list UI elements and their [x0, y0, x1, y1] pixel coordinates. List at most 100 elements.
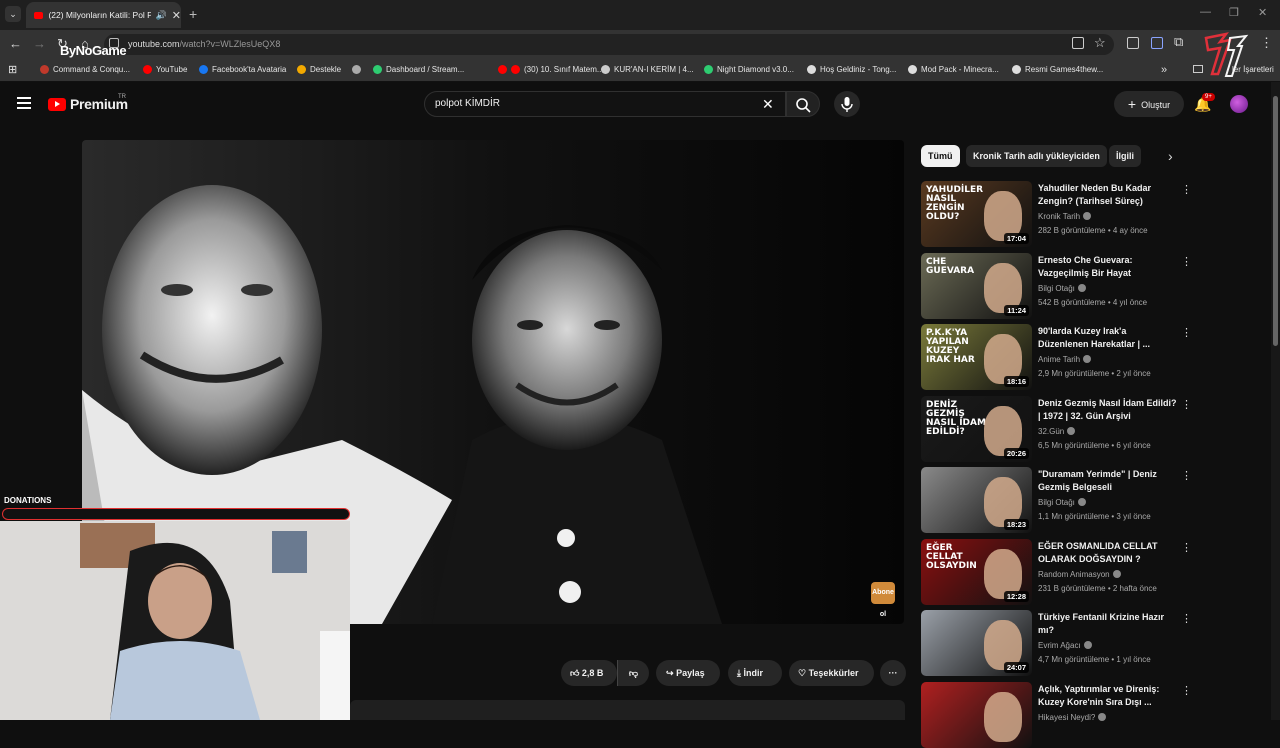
thanks-button[interactable]: ♡ Teşekkürler [789, 660, 874, 686]
minimize-button[interactable]: — [1200, 6, 1211, 18]
menu-hamburger-icon[interactable] [17, 97, 31, 112]
search-input[interactable]: polpot KİMDİR [424, 91, 786, 117]
forward-arrow-icon[interactable]: → [33, 36, 46, 51]
video-duration: 17:04 [1003, 233, 1029, 244]
recommendation-item[interactable]: CHE GUEVARA 11:24 Ernesto Che Guevara: Vaz… [921, 252, 1192, 319]
apps-grid-icon[interactable]: ⊞ [8, 63, 17, 76]
tab-search-button[interactable]: ⌄ [5, 6, 21, 22]
more-options-icon[interactable]: ⋮ [1181, 612, 1192, 625]
recommendation-item[interactable]: 18:23 "Duramam Yerimde" | Deniz Gezmiş Be… [921, 467, 1192, 533]
bookmark-item[interactable] [498, 65, 507, 74]
recommendation-item[interactable]: YAHUDİLER NASIL ZENGİN OLDU? 17:04 Yahudil… [921, 181, 1192, 247]
video-thumbnail[interactable]: P.K.K'YA YAPILAN KUZEY IRAK HAR 18:16 [921, 324, 1032, 390]
site-info-icon[interactable] [109, 38, 119, 48]
recommendation-item[interactable]: P.K.K'YA YAPILAN KUZEY IRAK HAR 18:16 90'l… [921, 324, 1192, 390]
speaker-icon[interactable]: 🔊 [156, 10, 167, 21]
recommendation-item[interactable]: 24:07 Türkiye Fentanil Krizine Hazır mı? E… [921, 610, 1192, 676]
recommendation-item[interactable]: Açlık, Yaptırımlar ve Direniş: Kuzey Kor… [921, 681, 1192, 748]
create-button[interactable]: + Oluştur [1114, 91, 1184, 117]
chevron-right-icon[interactable]: › [1168, 148, 1173, 164]
video-thumbnail[interactable]: CHE GUEVARA 11:24 [921, 252, 1032, 319]
more-options-icon[interactable]: ⋮ [1181, 183, 1192, 196]
bookmark-item[interactable]: Dashboard / Stream... [373, 65, 464, 74]
video-title[interactable]: EĞER OSMANLIDA CELLAT OLARAK DOĞSAYDIN ? [1038, 540, 1178, 566]
clear-search-icon[interactable]: ✕ [762, 96, 774, 113]
omnibox[interactable]: youtube.com/watch?v=WLZlesUeQX8 [104, 34, 1114, 55]
extensions-puzzle-icon[interactable]: ⧉ [1174, 34, 1183, 50]
bookmark-item[interactable]: KUR'AN-I KERİM | 4... [601, 65, 694, 74]
download-button[interactable]: ⤓ İndir [728, 660, 782, 686]
youtube-premium-logo[interactable]: Premium TR [48, 94, 128, 112]
bookmark-item[interactable]: Destekle [297, 65, 341, 74]
bookmark-item[interactable]: Mod Pack - Minecra... [908, 65, 999, 74]
bookmarks-overflow-button[interactable]: » [1161, 64, 1167, 76]
share-button[interactable]: ↪ Paylaş [656, 660, 720, 686]
new-tab-button[interactable]: + [189, 6, 197, 22]
recommendation-item[interactable]: DENİZ GEZMİŞ NASIL İDAM EDİLDİ? 20:26 Deni… [921, 395, 1192, 462]
more-options-icon[interactable]: ⋮ [1181, 469, 1192, 482]
video-title[interactable]: Yahudiler Neden Bu Kadar Zengin? (Tarihs… [1038, 182, 1178, 208]
close-tab-icon[interactable]: ✕ [172, 9, 181, 22]
bookmark-item[interactable]: Resmi Games4thew... [1012, 65, 1103, 74]
video-title[interactable]: Deniz Gezmiş Nasıl İdam Edildi? | 1972 |… [1038, 397, 1178, 423]
verified-check-icon [1067, 426, 1076, 435]
channel-name[interactable]: Bilgi Otağı [1038, 283, 1086, 293]
chip-from-uploader[interactable]: Kronik Tarih adlı yükleyiciden [966, 145, 1107, 167]
video-duration: 11:24 [1004, 304, 1029, 316]
chip-related[interactable]: İlgili [1109, 145, 1141, 167]
video-thumbnail[interactable]: YAHUDİLER NASIL ZENGİN OLDU? 17:04 [921, 181, 1032, 247]
bookmark-item[interactable] [352, 65, 361, 74]
channel-name[interactable]: Kronik Tarih [1038, 212, 1092, 221]
close-window-button[interactable]: ✕ [1258, 6, 1267, 19]
extension-icon-1[interactable] [1127, 37, 1139, 49]
recommendation-item[interactable]: EĞER CELLAT OLSAYDIN 12:28 EĞER OSMANLIDA … [921, 538, 1192, 605]
more-actions-button[interactable]: ··· [880, 660, 906, 686]
channel-name[interactable]: Random Animasyon [1038, 569, 1121, 579]
video-title[interactable]: "Duramam Yerimde" | Deniz Gezmiş Belgese… [1038, 468, 1178, 494]
back-arrow-icon[interactable]: ← [9, 36, 22, 51]
video-meta: 4,7 Mn görüntüleme • 1 yıl önce [1038, 655, 1151, 664]
share-label: Paylaş [676, 668, 705, 678]
dislike-button[interactable]: 👎︎ [617, 660, 649, 686]
more-options-icon[interactable]: ⋮ [1181, 541, 1192, 554]
like-button[interactable]: 👍︎ 2,8 B [561, 660, 617, 686]
account-avatar[interactable] [1230, 95, 1248, 113]
extension-icon-2[interactable] [1151, 37, 1163, 49]
bookmark-item[interactable]: (30) 10. Sınıf Matem... [511, 65, 604, 74]
video-thumbnail[interactable]: DENİZ GEZMİŞ NASIL İDAM EDİLDİ? 20:26 [921, 395, 1032, 462]
chip-all[interactable]: Tümü [921, 145, 960, 167]
scrollbar-thumb[interactable] [1273, 96, 1278, 346]
bookmark-item[interactable]: Command & Conqu... [40, 65, 130, 74]
bookmark-item[interactable]: YouTube [143, 65, 187, 74]
cast-icon[interactable] [1072, 37, 1084, 49]
channel-name[interactable]: Bilgi Otağı [1038, 498, 1086, 507]
more-options-icon[interactable]: ⋮ [1181, 255, 1192, 268]
channel-name[interactable]: Evrim Ağacı [1038, 641, 1092, 650]
browser-tab-active[interactable]: (22) Milyonların Katili: Pol P 🔊 ✕ [26, 2, 181, 28]
video-thumbnail[interactable] [921, 681, 1032, 748]
subscribe-watermark[interactable]: Abone ol [871, 582, 895, 618]
bookmark-item[interactable]: Hoş Geldiniz - Tong... [807, 65, 896, 74]
video-title[interactable]: 90'larda Kuzey Irak'a Düzenlenen Harekat… [1038, 325, 1178, 351]
video-title[interactable]: Ernesto Che Guevara: Vazgeçilmiş Bir Hay… [1038, 254, 1178, 280]
more-options-icon[interactable]: ⋮ [1181, 326, 1192, 339]
channel-name[interactable]: 32.Gün [1038, 426, 1076, 436]
maximize-button[interactable]: ❐ [1229, 6, 1239, 19]
more-options-icon[interactable]: ⋮ [1181, 684, 1192, 697]
video-thumbnail[interactable]: 24:07 [921, 610, 1032, 676]
channel-name[interactable]: Anime Tarih [1038, 355, 1092, 364]
browser-menu-icon[interactable]: ⋮ [1260, 35, 1273, 51]
video-thumbnail[interactable]: 18:23 [921, 467, 1032, 533]
search-button[interactable] [786, 91, 820, 117]
bookmark-star-icon[interactable]: ☆ [1094, 35, 1106, 51]
video-thumbnail[interactable]: EĞER CELLAT OLSAYDIN 12:28 [921, 538, 1032, 605]
video-title[interactable]: Türkiye Fentanil Krizine Hazır mı? [1038, 611, 1178, 637]
more-options-icon[interactable]: ⋮ [1181, 398, 1192, 411]
video-title[interactable]: Açlık, Yaptırımlar ve Direniş: Kuzey Kor… [1038, 683, 1178, 709]
channel-name[interactable]: Hikayesi Neydi? [1038, 712, 1107, 722]
bookmark-label: (30) 10. Sınıf Matem... [524, 65, 604, 74]
voice-search-button[interactable] [834, 91, 860, 117]
thumbnail-text: YAHUDİLER NASIL ZENGİN OLDU? [926, 185, 984, 222]
bookmark-item[interactable]: Night Diamond v3.0... [704, 65, 794, 74]
bookmark-item[interactable]: Facebook'ta Avataria [199, 65, 286, 74]
